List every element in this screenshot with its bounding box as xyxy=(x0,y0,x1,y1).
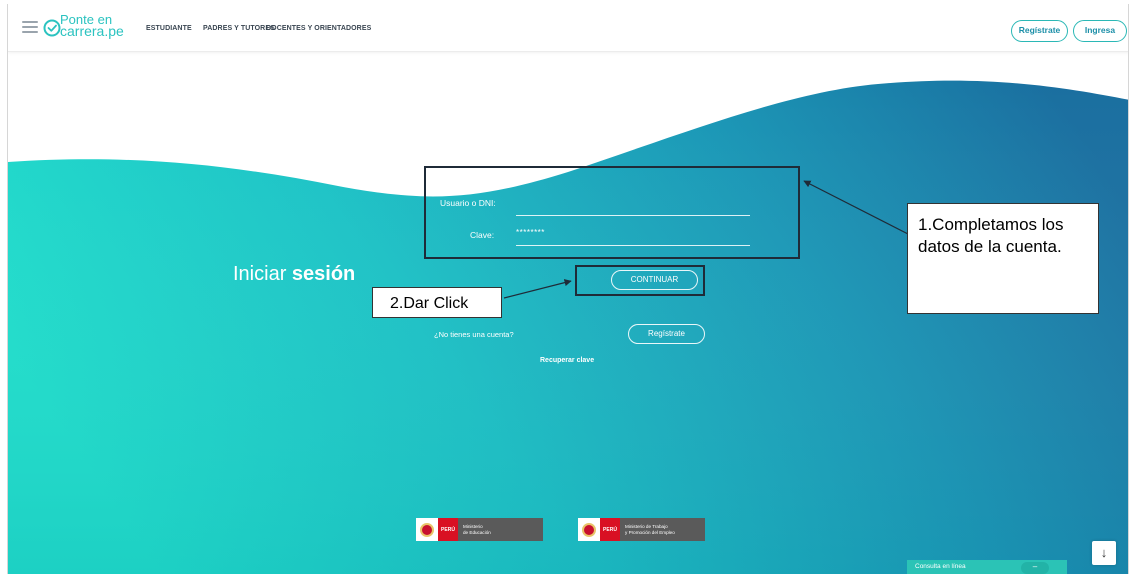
country-tag: PERÚ xyxy=(600,518,620,541)
peru-crest-icon xyxy=(578,518,600,541)
page-title: Iniciar sesión xyxy=(233,263,356,285)
no-account-text: ¿No tienes una cuenta? xyxy=(434,330,514,339)
nav-link-estudiante[interactable]: ESTUDIANTE xyxy=(146,25,192,32)
ministry-name: Ministerio de Educación xyxy=(458,518,543,541)
login-top-button[interactable]: Ingresa xyxy=(1073,20,1127,42)
hamburger-menu-icon[interactable] xyxy=(22,21,38,33)
ministry-name: Ministerio de Trabajo y Promoción del Emp… xyxy=(620,518,705,541)
peru-crest-icon xyxy=(416,518,438,541)
browser-viewport: Ponte en carrera.pe ESTUDIANTE PADRES Y … xyxy=(7,4,1129,574)
annotation-callout-1: 1.Completamos los datos de la cuenta. xyxy=(907,203,1099,314)
chat-minimize-button[interactable]: – xyxy=(1021,562,1049,574)
chat-widget[interactable]: Consulta en línea – xyxy=(907,560,1067,574)
recover-password-link[interactable]: Recuperar clave xyxy=(540,357,594,364)
top-navbar: Ponte en carrera.pe ESTUDIANTE PADRES Y … xyxy=(8,4,1128,52)
annotation-box-form xyxy=(424,166,800,259)
nav-link-padres-tutores[interactable]: PADRES Y TUTORES xyxy=(203,25,275,32)
ministry-labor-logo[interactable]: PERÚ Ministerio de Trabajo y Promoción de… xyxy=(578,518,705,541)
annotation-callout-2: 2.Dar Click xyxy=(372,287,502,318)
scroll-down-arrow-icon[interactable]: ↓ xyxy=(1092,541,1116,565)
logo-text-line-2[interactable]: carrera.pe xyxy=(60,24,124,39)
chat-label: Consulta en línea xyxy=(915,563,966,570)
ministry-education-logo[interactable]: PERÚ Ministerio de Educación xyxy=(416,518,543,541)
annotation-box-continue xyxy=(575,265,705,296)
country-tag: PERÚ xyxy=(438,518,458,541)
screenshot-stage: Ponte en carrera.pe ESTUDIANTE PADRES Y … xyxy=(0,0,1135,574)
nav-link-docentes[interactable]: DOCENTES Y ORIENTADORES xyxy=(266,25,371,32)
register-button[interactable]: Regístrate xyxy=(628,324,705,344)
register-top-button[interactable]: Regístrate xyxy=(1011,20,1068,42)
